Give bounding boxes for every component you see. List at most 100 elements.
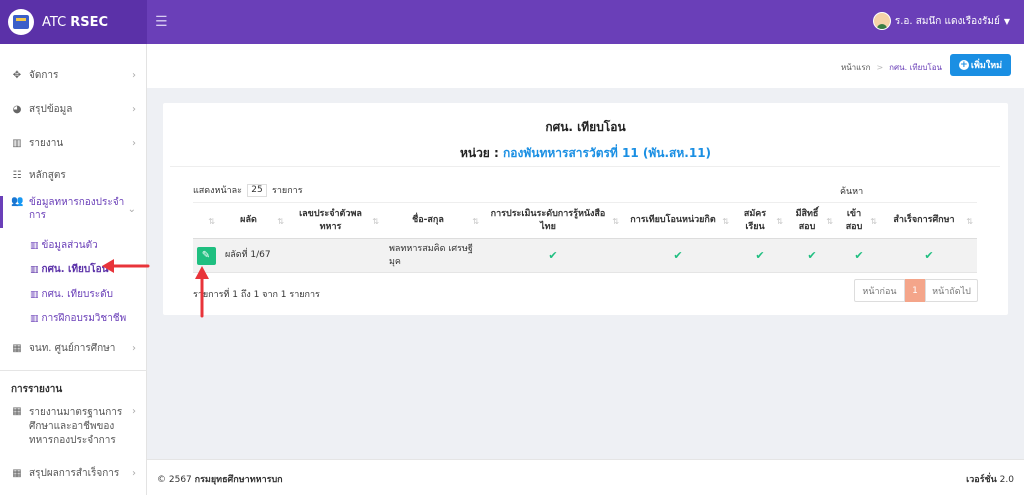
- divider: [0, 370, 147, 371]
- bar-chart-icon: ▥: [30, 313, 39, 324]
- user-menu[interactable]: ร.อ. สมนึก แดงเรืองรัมย์ ▼: [872, 12, 1010, 30]
- unit-name: กองพันทหารสารวัตรที่ 11 (พัน.สห.11): [503, 146, 712, 160]
- unit-line: หน่วย : กองพันทหารสารวัตรที่ 11 (พัน.สห.…: [459, 146, 712, 160]
- sidebar-item-report[interactable]: ▥ รายงาน ›: [0, 136, 147, 151]
- chevron-down-icon: ⌄: [127, 204, 136, 215]
- chevron-right-icon: ›: [132, 406, 136, 417]
- column-header-eligible[interactable]: มีสิทธิ์สอบ ⇅: [787, 202, 837, 239]
- hamburger-menu-icon[interactable]: ☰: [155, 14, 168, 30]
- sidebar-item-manage[interactable]: ✥ จัดการ ›: [0, 68, 147, 83]
- grid-icon: ▦: [12, 343, 22, 354]
- chevron-right-icon: ›: [132, 70, 136, 81]
- sidebar-item-label: สรุปผลการสำเร็จการ: [29, 468, 120, 479]
- bar-chart-icon: ▥: [30, 240, 39, 251]
- sidebar-item-standard-report[interactable]: ▦ รายงานมาตรฐานการศึกษาและอาชีพของทหารกอ…: [0, 406, 147, 448]
- column-header-soldier-id[interactable]: เลขประจำตัวพลทหาร ⇅: [288, 202, 383, 239]
- column-header-credit-transfer[interactable]: การเทียบโอนหน่วยกิต ⇅: [623, 202, 733, 239]
- chevron-down-icon: ▼: [1003, 16, 1010, 26]
- add-new-button[interactable]: + เพิ่มใหม่: [950, 54, 1011, 76]
- section-title-reports: การรายงาน: [11, 384, 63, 395]
- sort-icon: ⇅: [870, 217, 877, 226]
- sidebar-item-summary[interactable]: ◕ สรุปข้อมูล ›: [0, 102, 147, 117]
- sort-icon: ⇅: [208, 217, 215, 226]
- page-length-select[interactable]: 25: [247, 183, 268, 197]
- table-row: ✎ ผลัดที่ 1/67 พลทหารสมคิด เศรษฐีมุค ✔ ✔…: [193, 238, 977, 273]
- column-header-enroll[interactable]: สมัครเรียน ⇅: [733, 202, 787, 239]
- edit-pencil-icon[interactable]: ✎: [196, 246, 216, 265]
- soldier-id-cell: [288, 238, 383, 273]
- sidebar-item-label: หลักสูตร: [29, 170, 66, 181]
- sidebar-item-label: รายงาน: [29, 138, 64, 149]
- page-length-control: แสดงหน้าละ 25 รายการ: [193, 183, 303, 197]
- check-icon: ✔: [924, 249, 934, 262]
- prev-page-button[interactable]: หน้าก่อน: [854, 279, 905, 302]
- bar-chart-icon: ▥: [30, 264, 39, 275]
- page-title: กศน. เทียบโอน: [545, 120, 626, 134]
- breadcrumb-current: กศน. เทียบโอน: [889, 63, 942, 72]
- sidebar-item-courses[interactable]: ☷ หลักสูตร: [0, 168, 147, 183]
- avatar: [872, 12, 891, 30]
- column-header-round[interactable]: ผลัด ⇅: [219, 202, 288, 239]
- plus-circle-icon: +: [958, 60, 969, 70]
- check-icon: ✔: [548, 249, 558, 262]
- footer: © 2567 กรมยุทธศึกษาทหารบก เวอร์ชั่น 2.0: [147, 459, 1024, 495]
- page-number-button[interactable]: 1: [905, 279, 925, 302]
- data-table: ⇅ ผลัด ⇅ เลขประจำตัวพลทหาร ⇅ ชื่อ-สกุล ⇅ กา…: [193, 202, 977, 273]
- brand-logo: [8, 9, 34, 35]
- sort-icon: ⇅: [826, 217, 833, 226]
- sort-icon: ⇅: [776, 217, 783, 226]
- enroll-cell: ✔: [733, 238, 787, 273]
- check-icon: ✔: [854, 249, 864, 262]
- pagination: หน้าก่อน 1 หน้าถัดไป: [854, 279, 978, 302]
- sidebar-item-label: จัดการ: [29, 70, 59, 81]
- credit-transfer-cell: ✔: [623, 238, 733, 273]
- next-page-button[interactable]: หน้าถัดไป: [925, 279, 978, 302]
- sidebar-item-edu-center-staff[interactable]: ▦ จนท. ศูนย์การศึกษา ›: [0, 341, 147, 356]
- sidebar-item-label: รายงานมาตรฐานการศึกษาและอาชีพของทหารกองป…: [29, 407, 123, 446]
- chevron-right-icon: ›: [132, 138, 136, 149]
- chevron-right-icon: ›: [132, 468, 136, 479]
- users-icon: 👥: [11, 196, 24, 207]
- sort-icon: ⇅: [372, 217, 379, 226]
- subitem-transfer[interactable]: ▥ กศน. เทียบโอน: [30, 262, 108, 277]
- chevron-right-icon: ›: [132, 343, 136, 354]
- check-icon: ✔: [755, 249, 765, 262]
- divider: [170, 166, 1000, 167]
- sidebar-item-label: จนท. ศูนย์การศึกษา: [29, 343, 116, 354]
- column-header-action[interactable]: ⇅: [193, 202, 219, 239]
- annotation-arrow-left: [102, 259, 150, 273]
- chevron-right-icon: ›: [132, 104, 136, 115]
- column-header-attend-exam[interactable]: เข้าสอบ ⇅: [837, 202, 881, 239]
- check-icon: ✔: [807, 249, 817, 262]
- brand[interactable]: ATC RSEC: [0, 0, 147, 44]
- brand-name: ATC RSEC: [42, 14, 109, 30]
- version: เวอร์ชั่น 2.0: [966, 475, 1014, 485]
- move-icon: ✥: [12, 70, 22, 81]
- sidebar-item-conscript-data[interactable]: 👥 ข้อมูลทหารกองประจำการ ⌄: [0, 196, 147, 228]
- grid-icon: ▦: [12, 468, 22, 479]
- copyright: © 2567 กรมยุทธศึกษาทหารบก: [157, 475, 283, 485]
- subitem-level-compare[interactable]: ▥ กศน. เทียบระดับ: [30, 287, 113, 302]
- sidebar-item-label: ข้อมูลทหารกองประจำการ: [29, 197, 125, 221]
- subitem-personal-data[interactable]: ▥ ข้อมูลส่วนตัว: [30, 238, 98, 253]
- sort-icon: ⇅: [472, 217, 479, 226]
- column-header-literacy[interactable]: การประเมินระดับการรู้หนังสือไทย ⇅: [483, 202, 623, 239]
- attend-exam-cell: ✔: [837, 238, 881, 273]
- literacy-cell: ✔: [483, 238, 623, 273]
- top-navbar: ATC RSEC ☰ ร.อ. สมนึก แดงเรืองรัมย์ ▼: [0, 0, 1024, 44]
- sidebar-item-completion-summary[interactable]: ▦ สรุปผลการสำเร็จการ ›: [0, 466, 147, 481]
- breadcrumb: หน้าแรก > กศน. เทียบโอน: [841, 61, 942, 74]
- sort-icon: ⇅: [277, 217, 284, 226]
- breadcrumb-home[interactable]: หน้าแรก: [841, 63, 871, 72]
- bar-chart-icon: ▥: [12, 138, 22, 149]
- grid-icon: ▦: [12, 406, 22, 417]
- eligible-cell: ✔: [787, 238, 837, 273]
- subitem-vocational-training[interactable]: ▥ การฝึกอบรมวิชาชีพ: [30, 311, 126, 326]
- graduated-cell: ✔: [881, 238, 977, 273]
- bar-chart-icon: ▥: [30, 289, 39, 300]
- sort-icon: ⇅: [966, 217, 973, 226]
- column-header-name[interactable]: ชื่อ-สกุล ⇅: [383, 202, 483, 239]
- column-header-graduated[interactable]: สำเร็จการศึกษา ⇅: [881, 202, 977, 239]
- round-cell: ผลัดที่ 1/67: [219, 238, 288, 273]
- check-icon: ✔: [673, 249, 683, 262]
